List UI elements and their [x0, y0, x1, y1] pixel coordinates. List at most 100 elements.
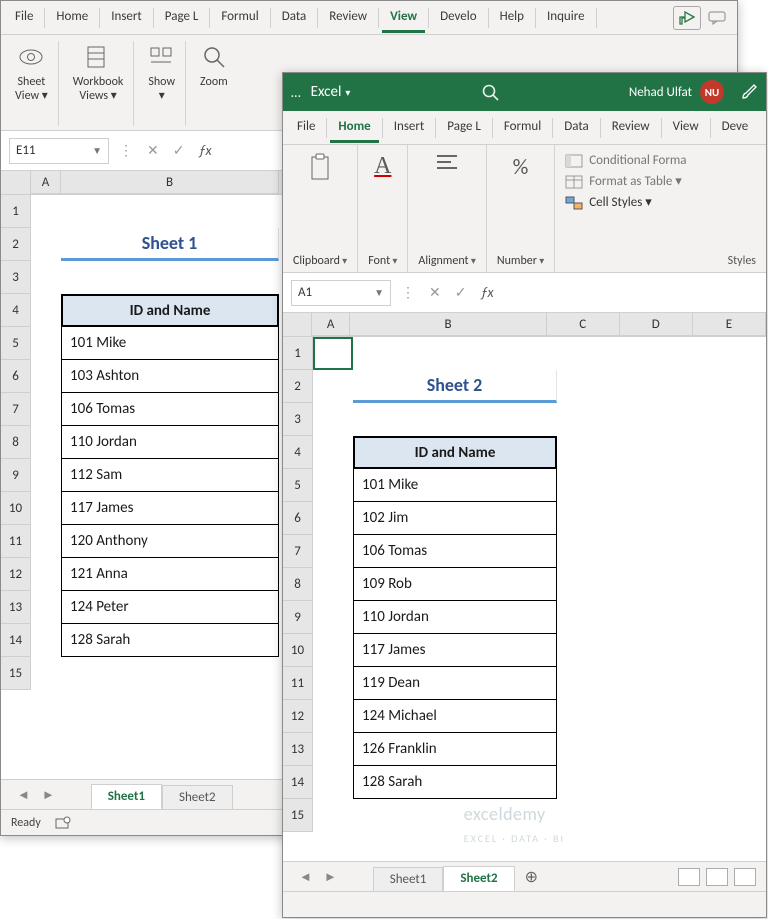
select-all-corner[interactable]	[283, 313, 312, 337]
formula-input[interactable]	[504, 281, 758, 304]
tab-view[interactable]: View	[665, 113, 707, 143]
row-header-6[interactable]: 6	[1, 360, 31, 393]
ribbon-group-workbook-views[interactable]: Workbook Views ▾	[63, 41, 135, 126]
row-header-5[interactable]: 5	[1, 327, 31, 360]
selected-cell-A1[interactable]	[313, 337, 353, 370]
row-header-2[interactable]: 2	[283, 370, 313, 403]
ribbon-group-alignment[interactable]: Alignment	[408, 145, 486, 272]
tab-home[interactable]: Home	[48, 3, 96, 33]
record-macro-icon[interactable]	[55, 816, 71, 830]
row-header-8[interactable]: 8	[283, 568, 313, 601]
col-header-B[interactable]: B	[61, 171, 279, 194]
tab-home[interactable]: Home	[330, 113, 378, 143]
row-header-14[interactable]: 14	[1, 624, 31, 657]
table-row[interactable]: 106 Tomas	[61, 393, 279, 426]
table-row[interactable]: 124 Peter	[61, 591, 279, 624]
row-header-3[interactable]: 3	[1, 261, 31, 294]
row-header-13[interactable]: 13	[283, 733, 313, 766]
tab-review[interactable]: Review	[321, 3, 375, 33]
user-name[interactable]: Nehad Ulfat	[629, 85, 692, 100]
new-sheet-button[interactable]: ⊕	[515, 863, 548, 891]
col-header-D[interactable]: D	[620, 313, 693, 336]
col-header-A[interactable]: A	[312, 313, 351, 336]
ribbon-group-font[interactable]: A Font	[358, 145, 408, 272]
row-header-10[interactable]: 10	[1, 492, 31, 525]
comments-button[interactable]	[703, 6, 731, 30]
table-row[interactable]: 103 Ashton	[61, 360, 279, 393]
cancel-icon[interactable]: ✕	[429, 284, 441, 301]
row-header-10[interactable]: 10	[283, 634, 313, 667]
tab-insert[interactable]: Insert	[103, 3, 150, 33]
table-row[interactable]: 117 James	[353, 634, 557, 667]
row-header-11[interactable]: 11	[283, 667, 313, 700]
row-header-15[interactable]: 15	[283, 799, 313, 832]
tab-inquire[interactable]: Inquire	[539, 3, 593, 33]
row-header-7[interactable]: 7	[283, 535, 313, 568]
row-header-7[interactable]: 7	[1, 393, 31, 426]
row-header-3[interactable]: 3	[283, 403, 313, 436]
table-row[interactable]: 128 Sarah	[61, 624, 279, 657]
col-header-C[interactable]: C	[547, 313, 620, 336]
cell-styles-button[interactable]: Cell Styles ▾	[565, 195, 652, 210]
sheet-nav-next[interactable]: ►	[36, 787, 61, 803]
ribbon-group-sheet-view[interactable]: Sheet View ▾	[5, 41, 59, 126]
fx-icon[interactable]: ƒx	[480, 284, 493, 301]
table-row[interactable]: 110 Jordan	[61, 426, 279, 459]
row-header-5[interactable]: 5	[283, 469, 313, 502]
sheet-nav-prev[interactable]: ◄	[11, 787, 36, 803]
quick-access-more-icon[interactable]: …	[291, 84, 301, 101]
row-header-9[interactable]: 9	[283, 601, 313, 634]
tab-developer[interactable]: Deve	[714, 113, 757, 143]
conditional-formatting-button[interactable]: Conditional Forma	[565, 153, 686, 168]
tab-help[interactable]: Help	[492, 3, 532, 33]
sheet-nav-next[interactable]: ►	[318, 869, 343, 885]
enter-icon[interactable]: ✓	[173, 142, 185, 159]
document-title[interactable]: Excel ▾	[311, 83, 351, 101]
cancel-icon[interactable]: ✕	[147, 142, 159, 159]
table-row[interactable]: 126 Franklin	[353, 733, 557, 766]
page-layout-view-button[interactable]	[706, 868, 728, 886]
row-header-13[interactable]: 13	[1, 591, 31, 624]
page-break-view-button[interactable]	[734, 868, 756, 886]
share-button[interactable]	[673, 6, 701, 30]
ribbon-group-show[interactable]: Show ▾	[138, 41, 186, 126]
row-header-12[interactable]: 12	[283, 700, 313, 733]
normal-view-button[interactable]	[678, 868, 700, 886]
table-row[interactable]: 109 Rob	[353, 568, 557, 601]
ribbon-group-number[interactable]: % Number	[487, 145, 555, 272]
row-header-1[interactable]: 1	[1, 195, 31, 228]
row-header-8[interactable]: 8	[1, 426, 31, 459]
spreadsheet-grid-front[interactable]: A B C D E 123456789101112131415 Sheet 2 …	[283, 313, 766, 853]
tab-page-layout[interactable]: Page L	[439, 113, 489, 143]
row-header-12[interactable]: 12	[1, 558, 31, 591]
col-header-A[interactable]: A	[31, 171, 61, 194]
sheet-tab-sheet1[interactable]: Sheet1	[373, 867, 444, 891]
table-row[interactable]: 120 Anthony	[61, 525, 279, 558]
name-box[interactable]: E11 ▼	[9, 138, 109, 164]
tab-page-layout[interactable]: Page L	[157, 3, 207, 33]
table-row[interactable]: 128 Sarah	[353, 766, 557, 799]
sheet-nav-prev[interactable]: ◄	[293, 869, 318, 885]
col-header-E[interactable]: E	[693, 313, 766, 336]
table-row[interactable]: 119 Dean	[353, 667, 557, 700]
tab-developer[interactable]: Develo	[432, 3, 484, 33]
name-box[interactable]: A1 ▼	[291, 280, 391, 306]
row-header-9[interactable]: 9	[1, 459, 31, 492]
table-row[interactable]: 101 Mike	[61, 327, 279, 360]
table-row[interactable]: 112 Sam	[61, 459, 279, 492]
row-header-4[interactable]: 4	[1, 294, 31, 327]
row-header-4[interactable]: 4	[283, 436, 313, 469]
ribbon-group-clipboard[interactable]: Clipboard	[283, 145, 358, 272]
ribbon-group-zoom[interactable]: Zoom	[190, 41, 238, 126]
sheet-tab-sheet2[interactable]: Sheet2	[443, 866, 514, 892]
row-header-2[interactable]: 2	[1, 228, 31, 261]
row-header-1[interactable]: 1	[283, 337, 313, 370]
tab-file[interactable]: File	[289, 113, 323, 143]
tab-file[interactable]: File	[7, 3, 41, 33]
tab-insert[interactable]: Insert	[386, 113, 433, 143]
row-header-14[interactable]: 14	[283, 766, 313, 799]
sheet-tab-sheet1[interactable]: Sheet1	[91, 784, 162, 810]
row-header-15[interactable]: 15	[1, 657, 31, 690]
select-all-corner[interactable]	[1, 171, 31, 195]
tab-data[interactable]: Data	[274, 3, 315, 33]
